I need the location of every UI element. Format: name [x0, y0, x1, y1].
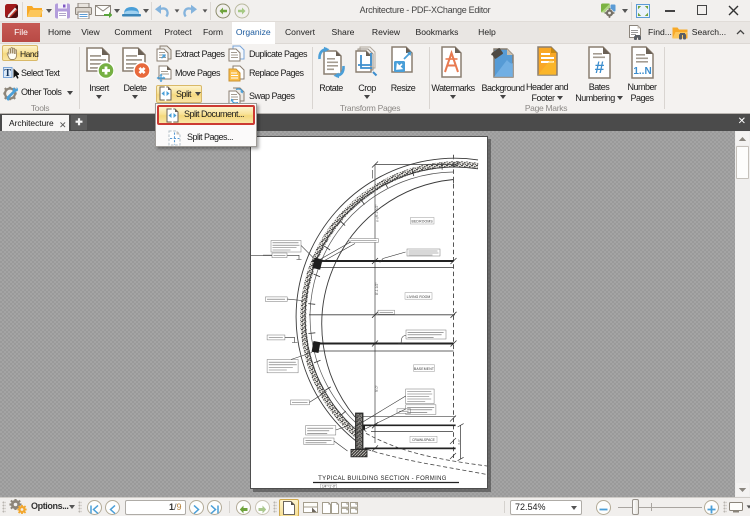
- svg-text:T: T: [4, 68, 11, 79]
- svg-text:9'-0": 9'-0": [375, 384, 379, 392]
- svg-text:CRAWLSPACE: CRAWLSPACE: [412, 438, 436, 442]
- svg-text:BEDROOMS: BEDROOMS: [412, 220, 434, 224]
- svg-text:BASEMENT: BASEMENT: [414, 367, 434, 371]
- svg-text:8'-1 1/2": 8'-1 1/2": [375, 282, 379, 295]
- svg-text:1..N: 1..N: [633, 66, 651, 77]
- svg-text:8'-0": 8'-0": [376, 216, 380, 222]
- svg-text:4'-0": 4'-0": [457, 439, 461, 445]
- svg-text:#: #: [594, 58, 604, 77]
- svg-text:1/4"=1'-0": 1/4"=1'-0": [322, 485, 336, 489]
- svg-text:LIVING ROOM: LIVING ROOM: [407, 295, 431, 299]
- svg-text:TYPICAL BUILDING SECTION - FOR: TYPICAL BUILDING SECTION - FORMING: [318, 476, 447, 482]
- svg-text:9'-1 1/2": 9'-1 1/2": [375, 204, 379, 217]
